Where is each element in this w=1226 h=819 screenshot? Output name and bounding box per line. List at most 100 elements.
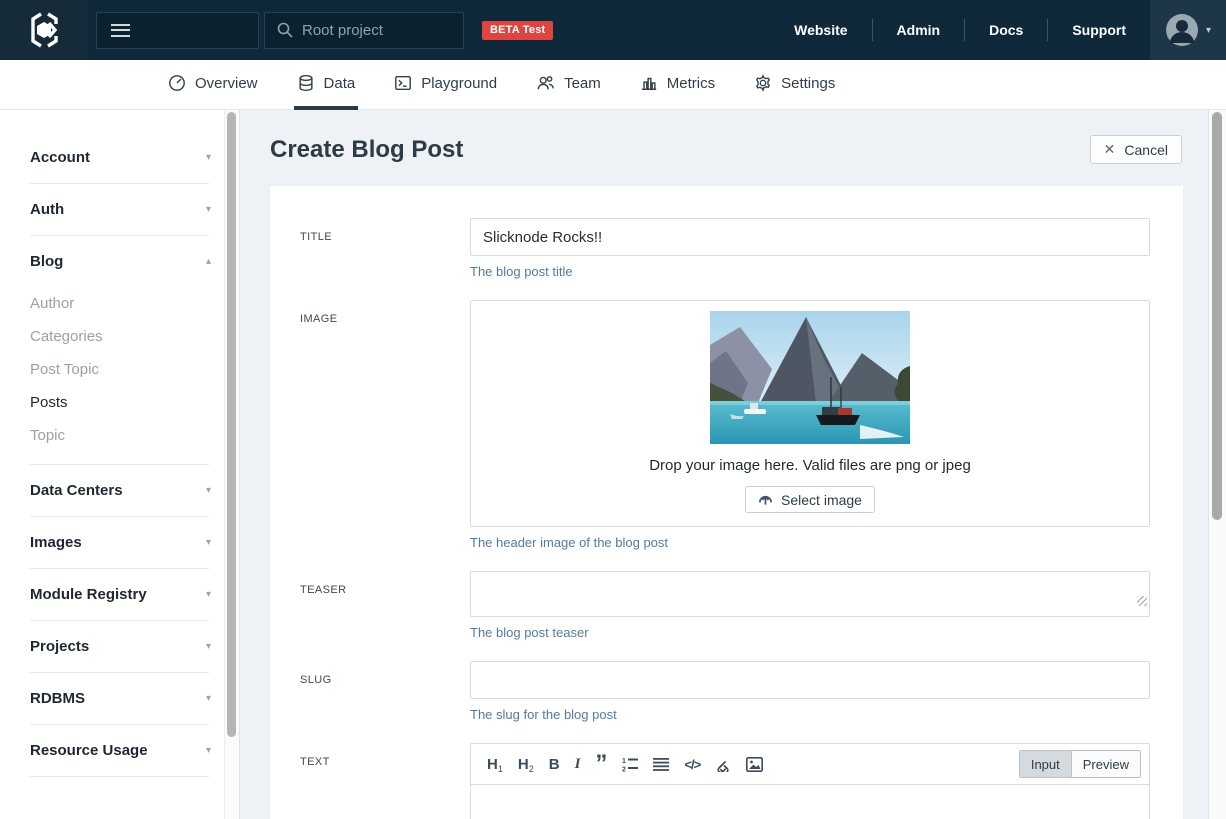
create-post-form: TITLE The blog post title IMAGE — [270, 186, 1183, 819]
link-button[interactable] — [715, 756, 731, 772]
sidebar-section-label: Resource Usage — [30, 742, 148, 759]
tab-label: Settings — [781, 75, 835, 92]
sidebar-blog-items: Author Categories Post Topic Posts Topic — [0, 287, 239, 464]
search-input[interactable] — [302, 22, 451, 39]
image-row: IMAGE — [300, 300, 1150, 550]
beta-badge: BETA Test — [482, 21, 553, 40]
title-label: TITLE — [300, 218, 470, 279]
nav-link-admin[interactable]: Admin — [873, 22, 965, 38]
tab-label: Playground — [421, 75, 497, 92]
title-help: The blog post title — [470, 264, 1150, 279]
sidebar-scrollbar[interactable] — [224, 110, 239, 819]
teaser-help: The blog post teaser — [470, 625, 1150, 640]
chevron-down-icon: ▾ — [206, 745, 211, 756]
tab-overview[interactable]: Overview — [165, 60, 261, 110]
blockquote-button[interactable]: ” — [595, 757, 607, 771]
slicknode-logo[interactable] — [0, 0, 88, 60]
cancel-button[interactable]: ✕ Cancel — [1090, 135, 1182, 164]
upload-icon — [758, 492, 773, 507]
tab-team[interactable]: Team — [533, 60, 604, 110]
nav-link-support[interactable]: Support — [1048, 22, 1150, 38]
drop-instructions: Drop your image here. Valid files are pn… — [471, 457, 1149, 474]
rich-text-editor: H1 H2 B I ” 1 2 — [470, 743, 1150, 819]
teaser-input[interactable] — [470, 571, 1150, 617]
tab-settings[interactable]: Settings — [751, 60, 838, 110]
svg-text:2: 2 — [622, 767, 626, 773]
page-scrollbar-thumb[interactable] — [1212, 112, 1222, 520]
sidebar-item-topic[interactable]: Topic — [0, 419, 239, 452]
tab-data[interactable]: Data — [294, 60, 359, 110]
sidebar-section-rdbms[interactable]: RDBMS ▾ — [0, 673, 239, 724]
sidebar-section-module-registry[interactable]: Module Registry ▾ — [0, 569, 239, 620]
image-button[interactable] — [746, 757, 763, 772]
bullet-list-button[interactable] — [653, 757, 669, 772]
nav-link-docs[interactable]: Docs — [965, 22, 1047, 38]
sidebar-section-auth[interactable]: Auth ▾ — [0, 184, 239, 235]
sidebar-section-images[interactable]: Images ▾ — [0, 517, 239, 568]
project-search-box[interactable] — [264, 12, 464, 49]
slug-row: SLUG The slug for the blog post — [300, 661, 1150, 722]
code-button[interactable]: </> — [684, 758, 700, 771]
hamburger-icon — [111, 24, 130, 37]
chevron-down-icon: ▾ — [206, 485, 211, 496]
cancel-label: Cancel — [1124, 142, 1168, 158]
bold-button[interactable]: B — [549, 757, 560, 772]
chevron-down-icon: ▾ — [206, 693, 211, 704]
chevron-up-icon: ▴ — [206, 256, 211, 267]
sidebar-scrollbar-thumb[interactable] — [227, 112, 236, 737]
sidebar-item-categories[interactable]: Categories — [0, 320, 239, 353]
image-help: The header image of the blog post — [470, 535, 1150, 550]
link-icon — [715, 756, 731, 772]
slug-input[interactable] — [470, 661, 1150, 699]
tab-label: Team — [564, 75, 601, 92]
gauge-icon — [168, 74, 186, 92]
tab-label: Metrics — [667, 75, 715, 92]
sidebar-section-label: Auth — [30, 201, 64, 218]
select-image-button[interactable]: Select image — [745, 486, 875, 513]
database-icon — [297, 74, 315, 92]
text-row: TEXT H1 H2 B I ” 1 2 — [300, 743, 1150, 819]
sidebar-section-blog[interactable]: Blog ▴ — [0, 236, 239, 287]
sidebar-section-account[interactable]: Account ▾ — [0, 132, 239, 183]
italic-button[interactable]: I — [575, 757, 581, 772]
sidebar-item-posts[interactable]: Posts — [0, 386, 239, 419]
menu-button[interactable] — [96, 12, 259, 49]
input-mode-button[interactable]: Input — [1020, 751, 1072, 777]
slicknode-logo-icon — [24, 10, 64, 50]
preview-mode-button[interactable]: Preview — [1072, 751, 1140, 777]
topbar: BETA Test Website Admin Docs Support ▾ — [0, 0, 1226, 60]
page-scrollbar[interactable] — [1208, 110, 1226, 819]
sidebar: Account ▾ Auth ▾ Blog ▴ Author Categorie… — [0, 110, 240, 819]
heading1-button[interactable]: H1 — [487, 757, 503, 772]
sidebar-section-data-centers[interactable]: Data Centers ▾ — [0, 465, 239, 516]
title-input[interactable] — [470, 218, 1150, 256]
sidebar-section-label: Blog — [30, 253, 63, 270]
tab-label: Overview — [195, 75, 258, 92]
chevron-down-icon: ▾ — [206, 537, 211, 548]
text-label: TEXT — [300, 743, 470, 819]
tabbar: Overview Data Playground Team — [0, 60, 1226, 110]
close-icon: ✕ — [1104, 141, 1116, 158]
slug-label: SLUG — [300, 661, 470, 722]
user-menu[interactable]: ▾ — [1150, 0, 1226, 60]
sidebar-section-label: Data Centers — [30, 482, 123, 499]
nav-link-website[interactable]: Website — [770, 22, 871, 38]
tab-metrics[interactable]: Metrics — [637, 60, 718, 110]
chevron-down-icon: ▾ — [1206, 25, 1211, 36]
bar-chart-icon — [640, 74, 658, 92]
heading2-button[interactable]: H2 — [518, 757, 534, 772]
editor-mode-toggle: Input Preview — [1019, 750, 1141, 778]
image-dropzone[interactable]: Drop your image here. Valid files are pn… — [470, 300, 1150, 527]
chevron-down-icon: ▾ — [206, 589, 211, 600]
chevron-down-icon: ▾ — [206, 152, 211, 163]
sidebar-item-post-topic[interactable]: Post Topic — [0, 353, 239, 386]
sidebar-section-label: Account — [30, 149, 90, 166]
tab-playground[interactable]: Playground — [391, 60, 500, 110]
topbar-links: Website Admin Docs Support — [770, 0, 1150, 60]
ordered-list-button[interactable]: 1 2 — [622, 756, 638, 772]
sidebar-item-author[interactable]: Author — [0, 287, 239, 320]
editor-toolbar: H1 H2 B I ” 1 2 — [471, 744, 1149, 785]
sidebar-section-resource-usage[interactable]: Resource Usage ▾ — [0, 725, 239, 776]
sidebar-section-projects[interactable]: Projects ▾ — [0, 621, 239, 672]
text-editor-body[interactable] — [471, 785, 1149, 819]
